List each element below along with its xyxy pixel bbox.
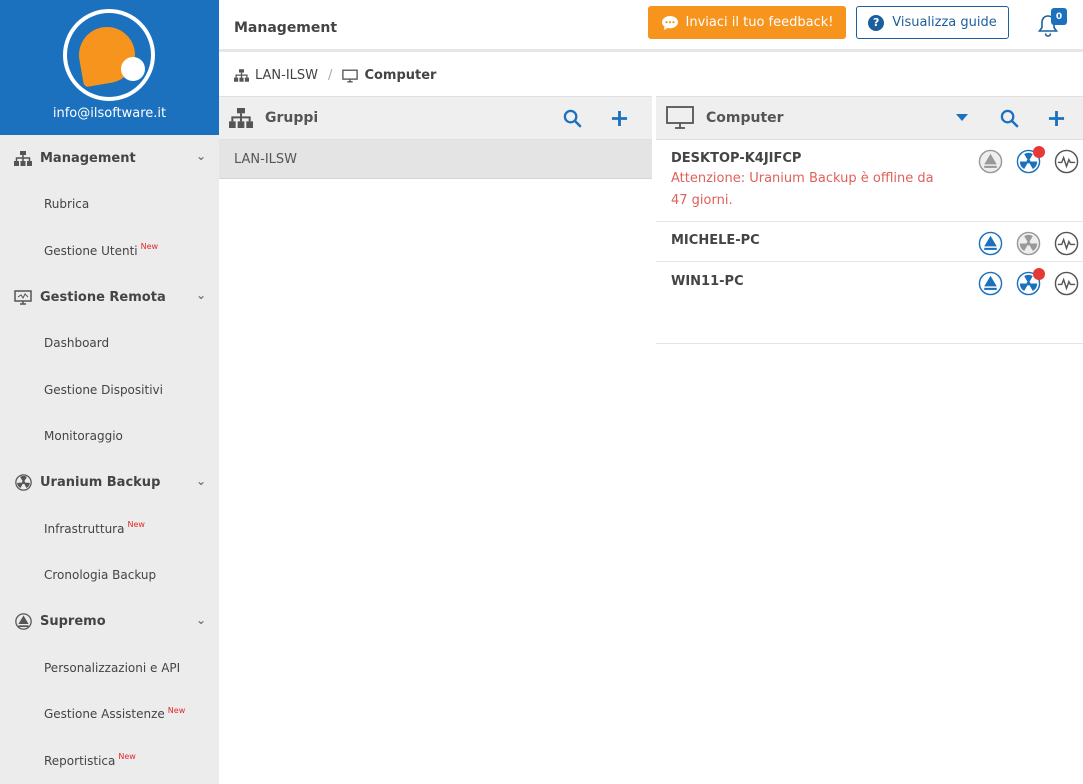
uranium-backup-icon[interactable] [1016,231,1041,256]
monitoring-icon[interactable] [1054,231,1079,256]
breadcrumb-separator: / [328,68,333,83]
monitor-icon [342,69,359,82]
sidebar-section-label: Gestione Remota [40,289,166,305]
sidebar-item-gestione-assistenze[interactable]: Gestione Assistenze New [0,691,219,738]
add-computer-icon[interactable] [1045,107,1067,129]
computer-row[interactable]: WIN11-PC [656,262,1083,344]
sitemap-icon [234,69,249,82]
sidebar-item-dashboard[interactable]: Dashboard [0,320,219,367]
sidebar-item-gestione-utenti[interactable]: Gestione Utenti New [0,228,219,275]
sidebar-section-supremo[interactable]: Supremo ⌄ [0,599,219,645]
groups-panel-header: Gruppi [219,96,652,140]
user-email[interactable]: info@ilsoftware.it [0,106,219,121]
sidebar-item-label: Gestione Assistenze [44,707,165,722]
app-logo[interactable] [63,9,155,101]
monitor-icon [666,106,694,130]
sidebar-item-gestione-dispositivi[interactable]: Gestione Dispositivi [0,367,219,414]
question-icon: ? [868,14,885,31]
caret-down-icon[interactable] [951,107,973,129]
breadcrumb: LAN-ILSW / Computer [219,55,1083,96]
alert-dot [1033,268,1045,280]
sidebar-item-label: Monitoraggio [44,429,123,444]
new-badge: New [127,520,145,530]
sidebar-section-label: Uranium Backup [40,475,161,490]
sidebar-section-management[interactable]: Management ⌄ [0,135,219,181]
sidebar-header: info@ilsoftware.it [0,0,219,135]
alert-dot [1033,146,1045,158]
sidebar-item-cronologia-backup[interactable]: Cronologia Backup [0,552,219,599]
chevron-down-icon: ⌄ [195,612,206,627]
uranium-backup-icon[interactable] [1016,268,1045,296]
page-title: Management [234,20,338,36]
sidebar-item-reportistica[interactable]: Reportistica New [0,738,219,784]
breadcrumb-current: Computer [364,68,437,83]
sidebar-section-gestione-remota[interactable]: Gestione Remota ⌄ [0,274,219,320]
feedback-button-label: Inviaci il tuo feedback! [685,15,834,30]
sidebar-item-label: Dashboard [44,336,110,351]
guide-button-label: Visualizza guide [892,15,997,30]
sidebar-item-label: Infrastruttura [44,521,125,536]
monitoring-icon[interactable] [1054,149,1079,174]
computer-warning: Attenzione: Uranium Backup è offline da … [671,171,934,208]
feedback-button[interactable]: Inviaci il tuo feedback! [648,6,846,39]
new-badge: New [167,705,186,715]
supremo-icon[interactable] [978,149,1003,174]
groups-panel-title: Gruppi [265,110,319,126]
sidebar-item-personalizzazioni-api[interactable]: Personalizzazioni e API [0,645,219,692]
computer-row[interactable]: DESKTOP-K4JIFCP Attenzione: Uranium Back… [656,140,1083,222]
sidebar-item-label: Gestione Dispositivi [44,382,163,397]
guide-button[interactable]: ? Visualizza guide [856,6,1009,39]
sitemap-icon [229,107,253,129]
sidebar-item-label: Reportistica [44,753,116,768]
chat-bubble-icon [661,15,678,30]
search-icon[interactable] [998,107,1020,129]
computer-actions [978,231,1079,256]
notification-count-badge: 0 [1051,8,1067,25]
new-badge: New [140,242,159,252]
chevron-down-icon: ⌄ [195,149,206,163]
computer-actions [978,146,1079,174]
supremo-icon[interactable] [978,231,1003,256]
sidebar-item-label: Rubrica [44,197,90,212]
computer-row[interactable]: MICHELE-PC [656,222,1083,262]
uranium-backup-icon[interactable] [1016,146,1045,174]
search-icon[interactable] [561,107,583,129]
sidebar-item-label: Personalizzazioni e API [44,660,181,675]
sidebar-section-uranium-backup[interactable]: Uranium Backup ⌄ [0,460,219,506]
chevron-down-icon: ⌄ [195,473,206,488]
supremo-icon[interactable] [978,271,1003,296]
supremo-icon [13,613,33,630]
group-row[interactable]: LAN-ILSW [219,140,652,179]
sidebar-section-label: Management [40,150,136,166]
add-group-icon[interactable] [608,107,630,129]
sidebar: info@ilsoftware.it Management ⌄ Rubrica … [0,0,219,784]
sidebar-item-rubrica[interactable]: Rubrica [0,181,219,228]
sidebar-item-monitoraggio[interactable]: Monitoraggio [0,413,219,460]
sidebar-item-infrastruttura[interactable]: Infrastruttura New [0,506,219,553]
sidebar-item-label: Cronologia Backup [44,568,157,583]
computers-panel-header: Computer [656,96,1083,140]
radiation-icon [13,474,33,491]
sidebar-item-label: Gestione Utenti [44,243,138,258]
computer-actions [978,268,1079,296]
breadcrumb-root[interactable]: LAN-ILSW [255,68,318,83]
sitemap-icon [13,150,33,166]
monitoring-icon[interactable] [1054,271,1079,296]
monitor-icon [13,289,33,305]
computers-panel-title: Computer [706,110,784,126]
sidebar-section-label: Supremo [40,614,106,629]
new-badge: New [118,752,136,762]
sidebar-menu: Management ⌄ Rubrica Gestione Utenti New … [0,135,219,784]
top-bar: Management Inviaci il tuo feedback! ? Vi… [219,0,1083,52]
chevron-down-icon: ⌄ [195,288,206,302]
